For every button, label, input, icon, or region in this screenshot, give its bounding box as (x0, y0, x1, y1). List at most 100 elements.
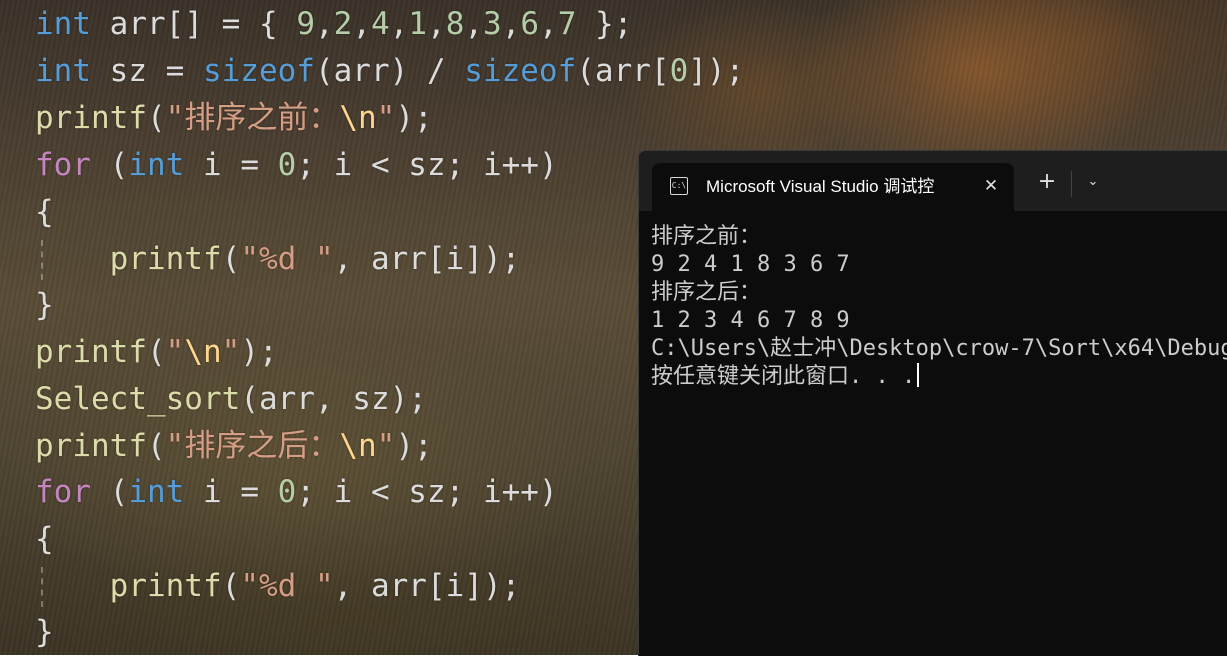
code-token: , (352, 6, 371, 42)
code-token: ; i < sz; i++) (296, 147, 558, 183)
code-token: ]); (688, 53, 745, 89)
code-line: printf("排序之前：\n"); (35, 98, 433, 138)
code-token: } (35, 287, 54, 323)
code-line: printf("%d ", arr[i]); (35, 239, 521, 279)
code-token: , arr[i]); (333, 241, 521, 277)
code-line: for (int i = 0; i < sz; i++) (35, 145, 558, 185)
code-token: 0 (277, 147, 297, 183)
code-token: 8 (445, 6, 465, 42)
code-token: ( (146, 334, 166, 370)
output-line: C:\Users\赵士冲\Desktop\crow-7\Sort\x64\Deb… (651, 336, 1227, 361)
code-token: printf (109, 241, 222, 277)
code-token: , (427, 6, 446, 42)
code-token: { (35, 521, 54, 557)
code-token: "%d " (240, 241, 334, 277)
code-token: printf (35, 428, 147, 464)
tab-divider (1071, 171, 1072, 197)
code-token: printf (109, 568, 222, 604)
code-token: sizeof (464, 53, 577, 89)
code-token: } (35, 614, 54, 650)
code-token: ; i < sz; i++) (296, 474, 558, 510)
code-token: ( (91, 474, 129, 510)
code-token: for (35, 147, 91, 183)
code-token: , (464, 6, 484, 42)
code-line: printf("\n"); (35, 332, 278, 372)
code-line: Select_sort(arr, sz); (35, 379, 427, 419)
code-token: ( (146, 100, 166, 136)
code-token: ( (146, 428, 166, 464)
code-token: for (35, 474, 91, 510)
code-token: i = (184, 147, 278, 183)
output-line: 排序之前： (651, 224, 762, 249)
code-token: " (376, 100, 396, 136)
code-line: printf("%d ", arr[i]); (35, 566, 521, 606)
code-token: 6 (520, 6, 540, 42)
code-token: int (128, 147, 185, 183)
code-token: ( (91, 147, 129, 183)
code-token: , (501, 6, 521, 42)
prompt-text: 按任意键关闭此窗口. . . (651, 364, 916, 389)
code-token: 0 (669, 53, 689, 89)
code-token: (arr[ (576, 53, 670, 89)
code-token: "排序之后： (165, 428, 340, 464)
code-token: ( (221, 241, 241, 277)
code-token: 1 (408, 6, 428, 42)
code-line: printf("排序之后：\n"); (35, 426, 433, 466)
code-token: (arr, sz); (240, 381, 427, 417)
code-line: { (35, 192, 54, 232)
code-token: \n (339, 428, 377, 464)
code-token: 0 (277, 474, 297, 510)
code-token: "%d " (240, 568, 334, 604)
code-token: i = (184, 474, 278, 510)
code-token: { (35, 194, 54, 230)
code-token: ( (221, 568, 241, 604)
code-line: int sz = sizeof(arr) / sizeof(arr[0]); (35, 51, 744, 91)
code-token: sz = (91, 53, 203, 89)
code-token: 3 (483, 6, 502, 42)
code-token: arr[] = { (91, 6, 297, 42)
output-line: 排序之后： (651, 280, 762, 305)
close-tab-button[interactable]: ✕ (980, 174, 1002, 198)
code-token: " (165, 334, 185, 370)
code-token: sizeof (202, 53, 315, 89)
output-line: 9 2 4 1 8 3 6 7 (651, 252, 850, 277)
code-token: "排序之前： (165, 100, 340, 136)
code-token: ); (240, 334, 278, 370)
code-line: for (int i = 0; i < sz; i++) (35, 472, 558, 512)
code-editor[interactable]: int arr[] = { 9,2,4,1,8,3,6,7 }; int sz … (0, 0, 744, 655)
code-token: \n (184, 334, 222, 370)
new-tab-button[interactable]: + (1035, 170, 1059, 194)
terminal-tab[interactable]: C:\ Microsoft Visual Studio 调试控 ✕ (652, 163, 1014, 211)
code-line: int arr[] = { 9,2,4,1,8,3,6,7 }; (35, 4, 632, 44)
terminal-window[interactable]: C:\ Microsoft Visual Studio 调试控 ✕ + ⌄ 排序… (638, 150, 1227, 656)
code-token: Select_sort (35, 381, 241, 417)
terminal-output[interactable]: 排序之前： 9 2 4 1 8 3 6 7 排序之后： 1 2 3 4 6 7 … (651, 223, 1227, 391)
code-token: , (539, 6, 558, 42)
text-cursor (917, 363, 920, 387)
code-line: } (35, 285, 54, 325)
code-token: 7 (557, 6, 577, 42)
output-line: 1 2 3 4 6 7 8 9 (651, 308, 850, 333)
code-token: 4 (371, 6, 390, 42)
output-line-prompt: 按任意键关闭此窗口. . . (651, 363, 1227, 391)
code-token: , (314, 6, 334, 42)
tab-title: Microsoft Visual Studio 调试控 (706, 177, 935, 196)
code-token: " (376, 428, 396, 464)
code-token: 2 (333, 6, 353, 42)
code-token: printf (35, 100, 147, 136)
code-token: }; (576, 6, 633, 42)
terminal-tab-bar: C:\ Microsoft Visual Studio 调试控 ✕ + ⌄ (639, 151, 1227, 211)
code-token: , (389, 6, 409, 42)
code-token: printf (35, 334, 147, 370)
code-token: int (35, 53, 91, 89)
code-token: 9 (296, 6, 315, 42)
code-token: ); (395, 428, 433, 464)
code-token: \n (339, 100, 377, 136)
code-token: (arr) / (314, 53, 465, 89)
code-token: , arr[i]); (333, 568, 521, 604)
code-token: int (128, 474, 185, 510)
chevron-down-icon[interactable]: ⌄ (1081, 170, 1105, 194)
code-token: ); (395, 100, 433, 136)
